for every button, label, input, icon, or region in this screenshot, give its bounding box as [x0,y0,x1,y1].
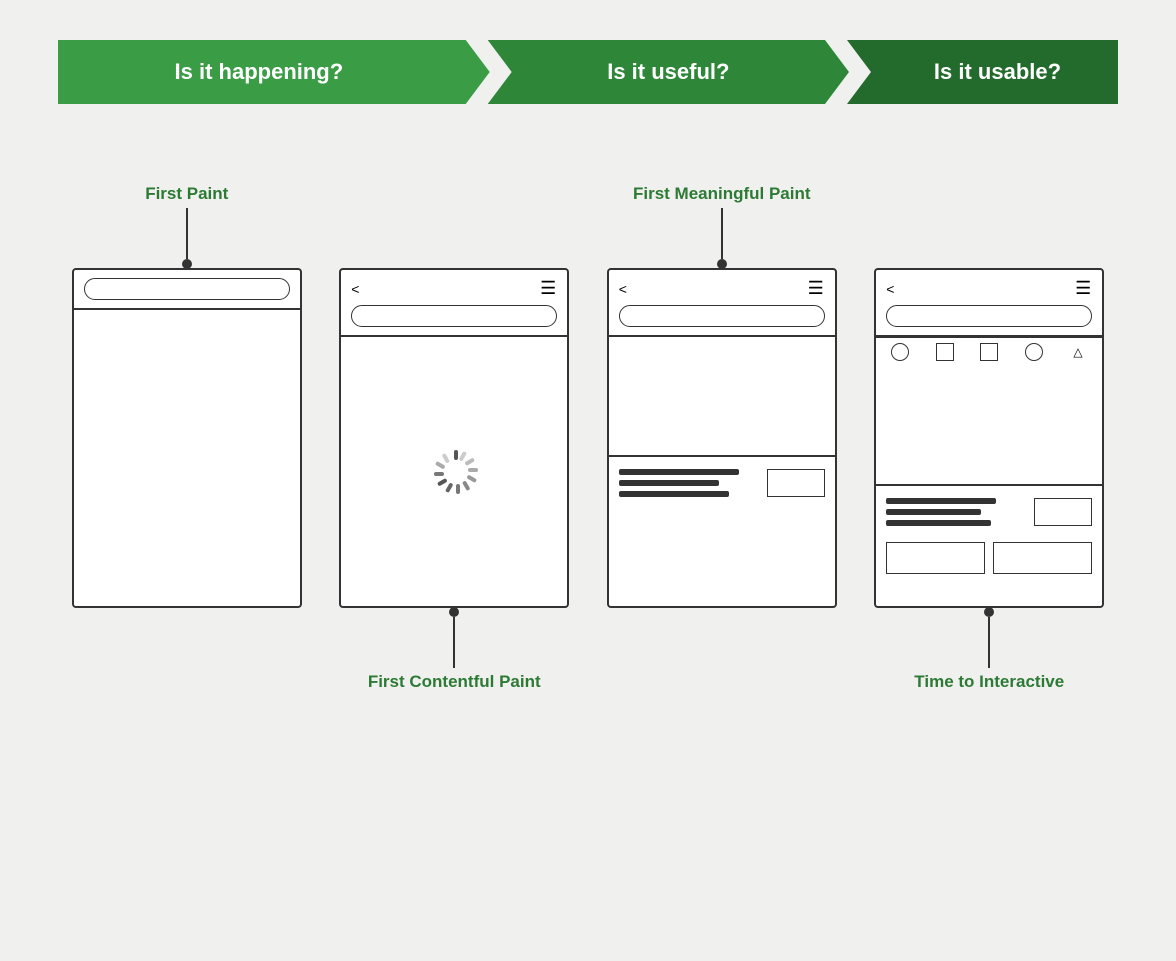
connector-top-first-paint [182,208,192,268]
phone-body-empty [74,310,300,606]
banner-segment-3: Is it usable? [847,40,1118,104]
phone-header [74,270,300,310]
phone-topbar: < ☰ [351,278,557,299]
connector-bottom-tti [984,608,994,668]
phone-first-meaningful-paint: < ☰ [607,268,837,608]
text-button-row [619,469,825,497]
spinner-dot [456,484,460,494]
banner-segment-2: Is it useful? [488,40,849,104]
tab-icon-circle-2 [1025,343,1043,361]
phone-body-spinner: .spinner-dot:nth-child(1) { transform: r… [341,337,567,606]
col-first-paint: First Paint [58,164,316,652]
connector-line [186,208,188,259]
phone-time-to-interactive: < ☰ △ [874,268,1104,608]
connector-dot [984,607,994,617]
phone-header: < ☰ [341,270,567,337]
button-right [993,542,1092,574]
spinner-container: .spinner-dot:nth-child(1) { transform: r… [341,337,567,606]
label-first-meaningful-paint: First Meaningful Paint [593,164,851,208]
text-btn-area [876,486,1102,606]
back-arrow-icon: < [619,281,627,297]
banner: Is it happening? Is it useful? Is it usa… [58,40,1118,104]
phone-tabbar: △ [876,337,1102,366]
hamburger-icon: ☰ [1075,278,1092,299]
back-arrow-icon: < [351,281,359,297]
text-line [886,498,996,504]
connector-line [453,617,455,668]
phone-body-interactive [876,366,1102,606]
text-btn-area [609,457,835,606]
connector-top-fmp [717,208,727,268]
text-line [619,480,719,486]
spinner-dot [434,472,444,476]
text-lines [886,498,996,526]
tab-icon-square-2 [980,343,998,361]
spinner-dot [468,468,478,472]
connector-line [988,617,990,668]
tab-icon-circle-1 [891,343,909,361]
button-left [886,542,985,574]
connector-line [721,208,723,259]
spinner-dot [445,482,453,493]
spinner-dot [459,450,467,461]
hamburger-icon: ☰ [808,278,825,299]
back-arrow-icon: < [886,281,894,297]
phone-header: < ☰ [876,270,1102,337]
action-button [1034,498,1092,526]
label-time-to-interactive: Time to Interactive [861,668,1119,712]
banner-label-1: Is it happening? [175,59,344,85]
phone-searchbar [619,305,825,327]
spinner-dot [454,450,458,460]
banner-label-2: Is it useful? [607,59,729,85]
phone-searchbar [886,305,1092,327]
main-content: First Paint [58,164,1118,712]
text-lines [619,469,739,497]
phone-first-contentful-paint: < ☰ .spinner-dot:nth-child(1) { transfor… [339,268,569,608]
col-time-to-interactive: < ☰ △ [861,164,1119,712]
image-block [876,366,1102,486]
loading-spinner: .spinner-dot:nth-child(1) { transform: r… [432,450,476,494]
double-button-row [886,542,1092,574]
diagrams-row: First Paint [58,164,1118,712]
spinner-dot [442,452,450,463]
hamburger-icon: ☰ [540,278,557,299]
spinner-dot [465,457,476,465]
text-button-row [886,498,1092,526]
text-line [619,469,739,475]
spinner-dot [462,480,470,491]
phone-header: < ☰ [609,270,835,337]
image-block [609,337,835,457]
phone-searchbar [351,305,557,327]
connector-bottom-fcp [449,608,459,668]
phone-topbar: < ☰ [619,278,825,299]
text-line [886,520,991,526]
spinner-dot [437,478,448,486]
label-first-contentful-paint: First Contentful Paint [326,668,584,712]
tab-icon-square-1 [936,343,954,361]
label-first-paint: First Paint [58,164,316,208]
spinner-dot [467,474,478,482]
col-first-meaningful-paint: First Meaningful Paint < ☰ [593,164,851,652]
phone-body-meaningful [609,337,835,606]
connector-dot [449,607,459,617]
action-button [767,469,825,497]
tab-icon-triangle: △ [1069,343,1087,361]
phone-topbar: < ☰ [886,278,1092,299]
phone-searchbar [84,278,290,300]
spinner-dot [435,461,446,469]
text-line [886,509,981,515]
col-first-contentful-paint: < ☰ .spinner-dot:nth-child(1) { transfor… [326,164,584,712]
banner-label-3: Is it usable? [934,59,1061,85]
phone-first-paint [72,268,302,608]
banner-segment-1: Is it happening? [58,40,490,104]
text-line [619,491,729,497]
